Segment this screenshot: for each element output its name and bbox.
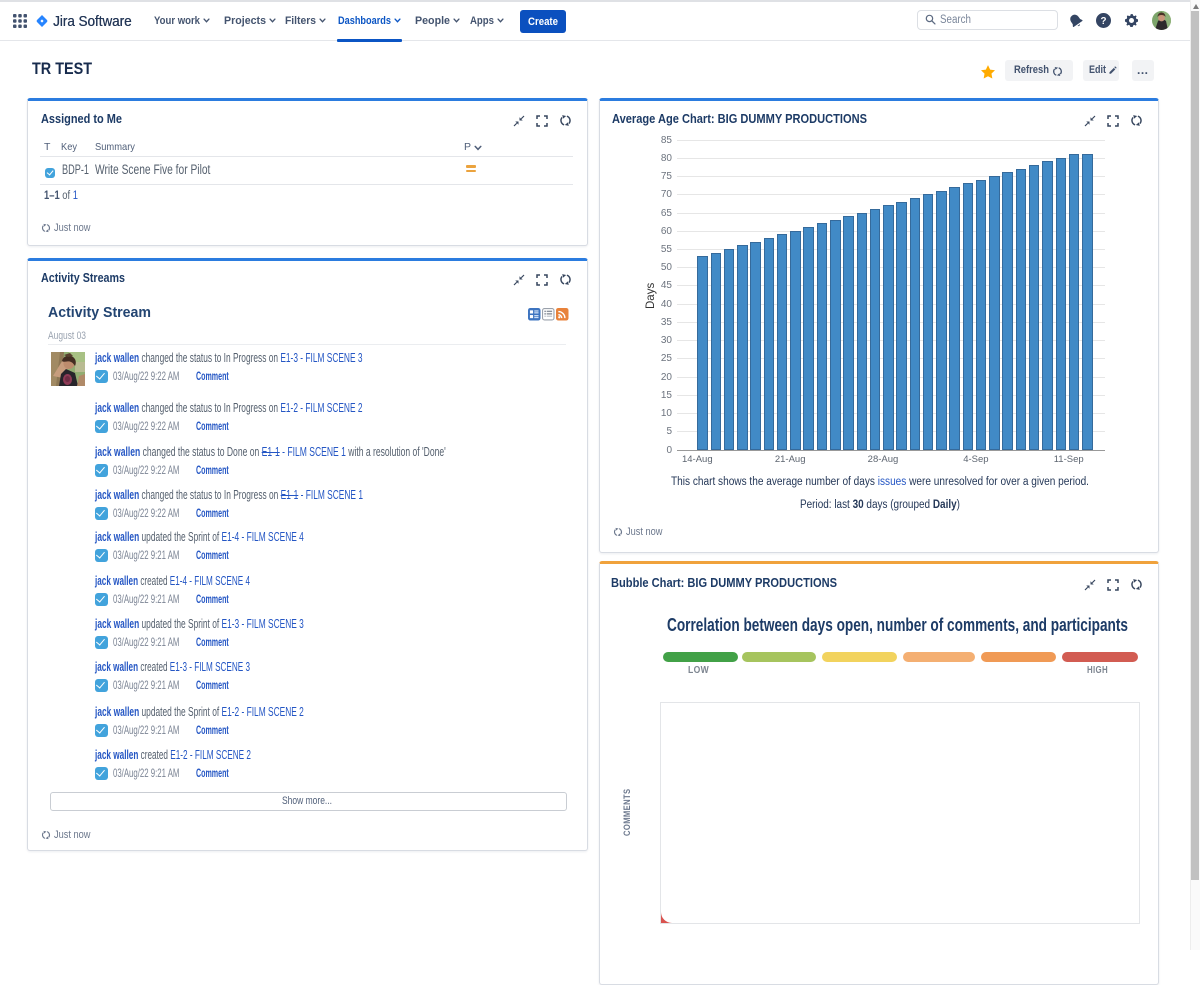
svg-text:?: ? — [1100, 16, 1106, 27]
